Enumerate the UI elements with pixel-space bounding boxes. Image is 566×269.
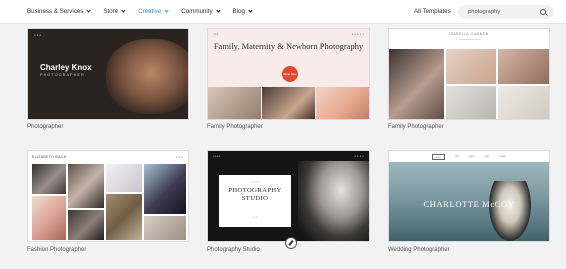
search-box[interactable] bbox=[458, 5, 554, 19]
category-nav: Business & Services Store Creative Commu… bbox=[27, 8, 253, 15]
nav-label: Business & Services bbox=[27, 8, 84, 15]
card-label[interactable]: Family Photographer bbox=[207, 124, 263, 130]
thumb-photo bbox=[446, 49, 496, 84]
thumb-photo bbox=[32, 164, 66, 194]
thumb-couple bbox=[489, 181, 531, 241]
thumb-title: CHARLOTTE McCOY bbox=[423, 199, 515, 209]
thumb-name: Charley Knox bbox=[40, 63, 92, 72]
template-thumbnail[interactable]: ● ● ● Charley Knox PHOTOGRAPHER bbox=[27, 28, 189, 120]
top-nav-bar: Business & Services Store Creative Commu… bbox=[0, 0, 566, 24]
thumb-portrait bbox=[298, 161, 369, 241]
thumb-photo bbox=[68, 210, 104, 240]
thumb-photo bbox=[316, 87, 369, 119]
all-templates-link[interactable]: All Templates bbox=[414, 8, 451, 15]
thumb-logo: ● ● ● bbox=[34, 33, 42, 37]
nav-blog[interactable]: Blog bbox=[232, 8, 253, 15]
nav-label: Creative bbox=[138, 8, 162, 15]
thumb-photo bbox=[106, 164, 142, 192]
thumb-title: PHOTOGRAPHY STUDIO bbox=[228, 187, 282, 202]
thumb-photo-grid bbox=[389, 49, 549, 119]
templates-page: { "nav": { "items": [ {"label": "Busines… bbox=[0, 0, 566, 269]
nav-label: Store bbox=[103, 8, 119, 15]
nav-creative[interactable]: Creative bbox=[138, 8, 169, 15]
nav-label: Blog bbox=[232, 8, 245, 15]
thumb-photo bbox=[68, 164, 104, 208]
thumb-cta: Book Now bbox=[282, 66, 298, 82]
thumb-photo bbox=[389, 49, 444, 119]
thumb-link: • • • bbox=[252, 215, 258, 219]
thumb-photo bbox=[144, 216, 186, 240]
thumb-social-icons: ● ● ● bbox=[175, 155, 183, 159]
card-label[interactable]: Fashion Photographer bbox=[27, 247, 86, 253]
template-thumbnail[interactable]: ••••• •••• •••••• ••••• ••••••• CHARLOTTE Mc… bbox=[388, 150, 550, 242]
search-icon[interactable] bbox=[540, 8, 546, 15]
thumb-photo bbox=[446, 86, 496, 119]
thumb-subtitle: PHOTOGRAPHER bbox=[40, 73, 85, 77]
thumb-kicker: • • • • • bbox=[250, 180, 260, 184]
thumb-nav: ••••• •••• •••••• ••••• ••••••• bbox=[389, 154, 549, 160]
card-label[interactable]: Family Photographer bbox=[388, 124, 444, 130]
nav-store[interactable]: Store bbox=[103, 8, 126, 15]
thumb-header: ●●● ● ● ● ● ● bbox=[213, 32, 364, 36]
card-label[interactable]: Wedding Photographer bbox=[388, 247, 450, 253]
thumb-photo bbox=[498, 49, 549, 84]
thumb-photo bbox=[498, 86, 549, 119]
pencil-icon[interactable] bbox=[285, 237, 297, 249]
thumb-divider bbox=[459, 39, 481, 40]
template-thumbnail[interactable]: ISABELLA GUMMEN bbox=[388, 28, 550, 120]
thumb-photo bbox=[106, 194, 142, 240]
nav-community[interactable]: Community bbox=[181, 8, 221, 15]
thumb-photo-strip bbox=[208, 87, 369, 119]
chevron-down-icon bbox=[86, 8, 92, 13]
card-label[interactable]: Photographer bbox=[27, 124, 63, 130]
chevron-down-icon bbox=[164, 8, 169, 13]
thumb-portrait bbox=[106, 39, 188, 114]
thumb-nav: ●●●● ● ● ● ● bbox=[213, 154, 364, 158]
search-input[interactable] bbox=[468, 9, 538, 15]
thumb-header: ISABELLA GUMMEN bbox=[449, 32, 489, 36]
thumb-photo bbox=[208, 87, 261, 119]
template-thumbnail[interactable]: ●●●● ● ● ● ● • • • • • PHOTOGRAPHY STUDIO… bbox=[207, 150, 370, 242]
thumb-photo bbox=[144, 164, 186, 214]
thumb-title-box: • • • • • PHOTOGRAPHY STUDIO • • • bbox=[219, 175, 291, 227]
thumb-header: ELIZABETH BACH bbox=[32, 155, 67, 159]
template-thumbnail[interactable]: ELIZABETH BACH ● ● ● bbox=[27, 150, 189, 242]
thumb-photo bbox=[32, 196, 66, 240]
thumb-photo bbox=[262, 87, 315, 119]
template-thumbnail[interactable]: ●●● ● ● ● ● ● Family, Maternity & Newborn… bbox=[207, 28, 370, 120]
card-label[interactable]: Photography Studio bbox=[207, 247, 260, 253]
nav-label: Community bbox=[181, 8, 213, 15]
chevron-down-icon bbox=[121, 8, 126, 13]
thumb-title: Family, Maternity & Newborn Photography bbox=[213, 41, 364, 51]
chevron-down-icon bbox=[248, 8, 253, 13]
chevron-down-icon bbox=[215, 8, 221, 13]
nav-business-services[interactable]: Business & Services bbox=[27, 8, 92, 15]
